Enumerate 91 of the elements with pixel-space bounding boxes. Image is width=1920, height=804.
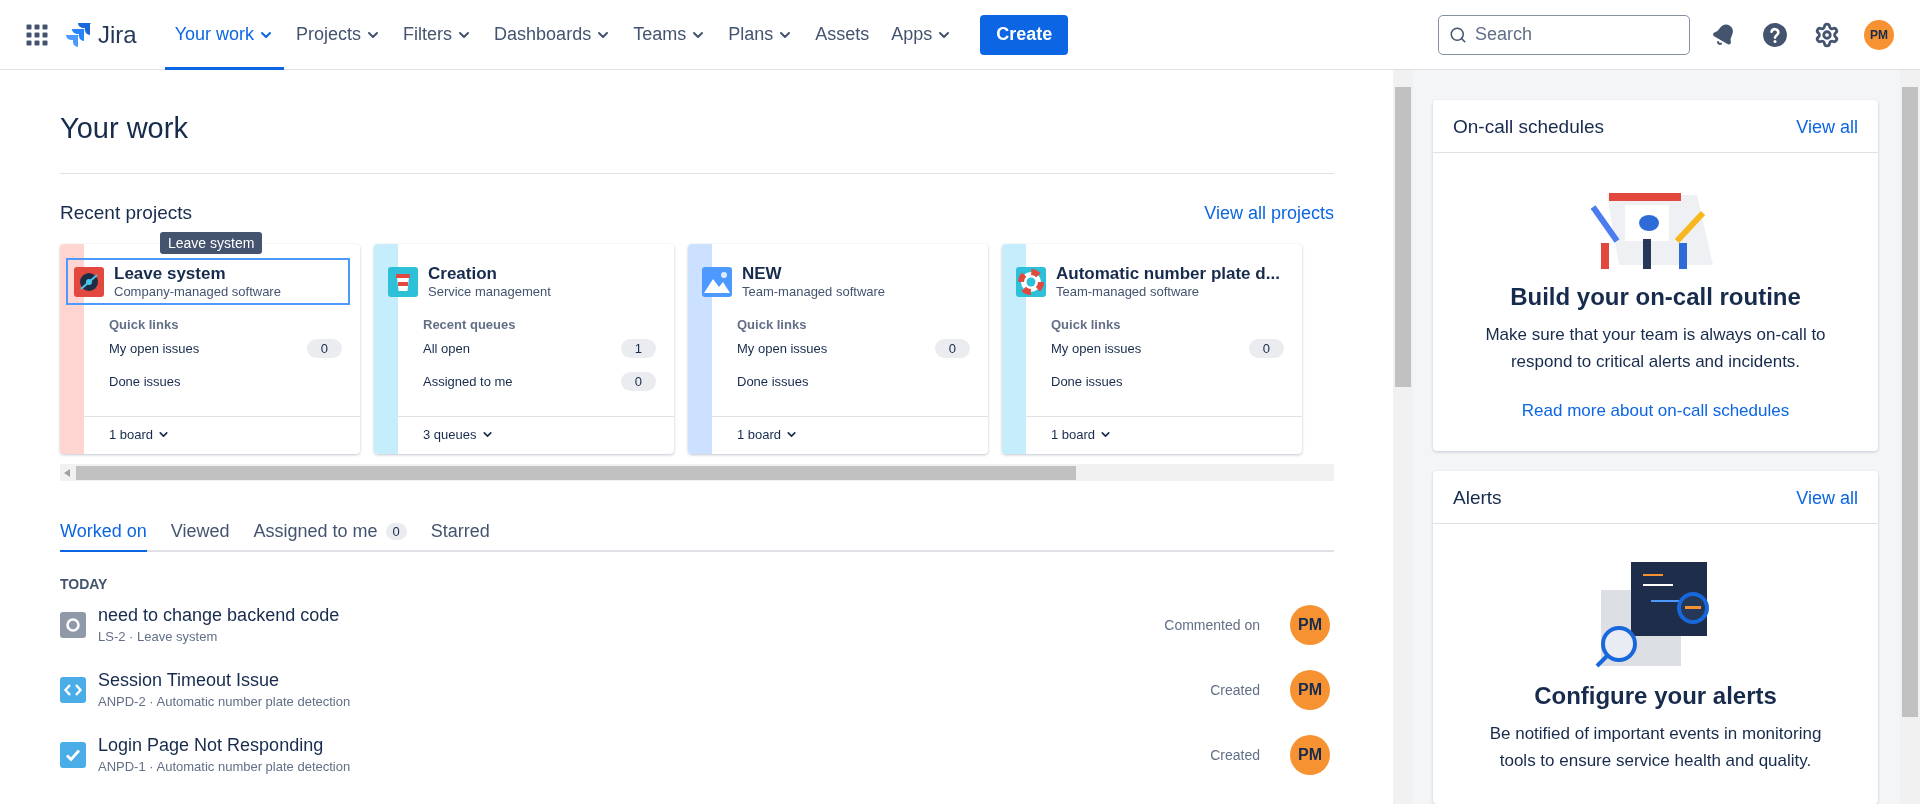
panel-heading: Configure your alerts xyxy=(1534,682,1777,710)
project-type: Team-managed software xyxy=(742,284,886,299)
quick-link[interactable]: My open issues xyxy=(109,341,200,356)
search-field[interactable]: Search xyxy=(1438,14,1690,55)
issue-title[interactable]: Session Timeout Issue xyxy=(98,670,351,691)
panel-title: Alerts xyxy=(1453,487,1502,509)
tab[interactable]: Starred xyxy=(430,521,490,552)
issue-count: 0 xyxy=(1248,339,1284,358)
user-avatar[interactable]: PM xyxy=(1864,19,1894,50)
boards-dropdown[interactable]: 1 board xyxy=(712,416,988,454)
project-header[interactable]: NEW Team-managed software xyxy=(694,258,978,305)
tab[interactable]: Viewed xyxy=(170,521,230,552)
product-name[interactable]: Jira xyxy=(98,20,137,49)
issue-meta: ANPD-1 · Automatic number plate detection xyxy=(98,759,351,774)
activity-label: Created xyxy=(1210,746,1260,763)
project-card[interactable]: Creation Service management Recent queues All open 1 Assigned to me 0 3 queues xyxy=(374,244,674,454)
panel-heading: Build your on-call routine xyxy=(1510,283,1801,311)
nav-tab[interactable]: Filters xyxy=(393,0,483,70)
quick-link[interactable]: Done issues xyxy=(737,374,809,389)
user-avatar: PM xyxy=(1290,669,1330,710)
project-card[interactable]: Automatic number plate d... Team-managed software Quick links My open issues 0 Done issues 1 board xyxy=(1002,244,1302,454)
section-title: Recent projects xyxy=(60,202,192,224)
links-heading: Quick links xyxy=(737,317,808,332)
project-card[interactable]: NEW Team-managed software Quick links My open issues 0 Done issues 1 board xyxy=(688,244,988,454)
search-icon xyxy=(1449,25,1467,44)
issue-title[interactable]: need to change backend code xyxy=(98,605,340,626)
nav-tab[interactable]: Apps xyxy=(881,0,963,70)
links-heading: Recent queues xyxy=(423,317,517,332)
task-icon xyxy=(60,741,86,768)
quick-link[interactable]: All open xyxy=(423,341,470,356)
project-header[interactable]: Automatic number plate d... Team-managed software xyxy=(1008,258,1292,305)
project-name: Creation xyxy=(428,264,498,284)
issue-count: 0 xyxy=(620,372,656,391)
lifebuoy-icon xyxy=(1016,266,1046,297)
code-icon xyxy=(60,676,86,703)
nav-tab[interactable]: Your work xyxy=(164,0,285,70)
activity-label: Created xyxy=(1210,681,1260,698)
issue-count: 0 xyxy=(934,339,970,358)
view-all-link[interactable]: View all xyxy=(1796,487,1858,509)
project-type: Team-managed software xyxy=(1056,284,1201,299)
tab[interactable]: Worked on xyxy=(60,521,147,552)
tab[interactable]: Assigned to me 0 xyxy=(253,521,407,552)
boards-dropdown[interactable]: 3 queues xyxy=(398,416,674,454)
nav-tab[interactable]: Teams xyxy=(623,0,717,70)
mountain-icon xyxy=(702,266,732,297)
panel-description: Be notified of important events in monitoring tools to ensure service health and quality. xyxy=(1488,723,1823,772)
quick-link[interactable]: My open issues xyxy=(1051,341,1142,356)
view-all-link[interactable]: View all xyxy=(1796,116,1858,138)
nav-tab[interactable]: Projects xyxy=(286,0,392,70)
project-header[interactable]: Creation Service management xyxy=(380,258,664,305)
horizontal-scrollbar[interactable] xyxy=(60,464,1334,481)
project-header[interactable]: Leave system Company-managed software xyxy=(66,258,350,305)
tab-count: 0 xyxy=(385,523,407,540)
links-heading: Quick links xyxy=(109,317,180,332)
tooltip: Leave system xyxy=(160,232,263,254)
view-all-projects-link[interactable]: View all projects xyxy=(1204,202,1334,224)
project-type: Company-managed software xyxy=(114,284,281,299)
user-avatar: PM xyxy=(1290,604,1330,645)
nav-tab[interactable]: Dashboards xyxy=(484,0,622,70)
boards-dropdown[interactable]: 1 board xyxy=(84,416,360,454)
quick-link[interactable]: Assigned to me xyxy=(423,374,513,389)
quick-link[interactable]: My open issues xyxy=(737,341,828,356)
issue-title[interactable]: Login Page Not Responding xyxy=(98,735,351,756)
create-button[interactable]: Create xyxy=(980,14,1069,55)
panel-title: On-call schedules xyxy=(1453,116,1605,138)
quick-link[interactable]: Done issues xyxy=(1051,374,1123,389)
panel-description: Make sure that your team is always on-call to respond to critical alerts and incidents. xyxy=(1484,324,1827,373)
logo-icon xyxy=(66,21,92,48)
nav-tab[interactable]: Assets xyxy=(805,0,880,70)
app-switcher-icon[interactable] xyxy=(26,23,48,46)
read-more-link[interactable]: Read more about on-call schedules xyxy=(1521,401,1790,421)
nav-tab[interactable]: Plans xyxy=(718,0,804,70)
issue-meta: LS-2 · Leave system xyxy=(98,629,219,644)
subtask-icon xyxy=(60,611,86,638)
scrollbar[interactable] xyxy=(1393,70,1413,804)
issue-count: 0 xyxy=(306,339,342,358)
project-name: Automatic number plate d... xyxy=(1056,264,1280,284)
boards-dropdown[interactable]: 1 board xyxy=(1026,416,1302,454)
quick-link[interactable]: Done issues xyxy=(109,374,181,389)
activity-label: Commented on xyxy=(1164,616,1260,633)
issue-count: 1 xyxy=(620,339,656,358)
user-avatar: PM xyxy=(1290,734,1330,775)
project-type: Service management xyxy=(428,284,551,299)
project-name: Leave system xyxy=(114,264,227,284)
links-heading: Quick links xyxy=(1051,317,1122,332)
issue-meta: ANPD-2 · Automatic number plate detection xyxy=(98,694,351,709)
cup-icon xyxy=(388,266,418,297)
group-label: TODAY xyxy=(60,576,109,592)
page-title: Your work xyxy=(60,112,1334,174)
scrollbar[interactable] xyxy=(1900,70,1920,804)
project-name: NEW xyxy=(742,264,783,284)
